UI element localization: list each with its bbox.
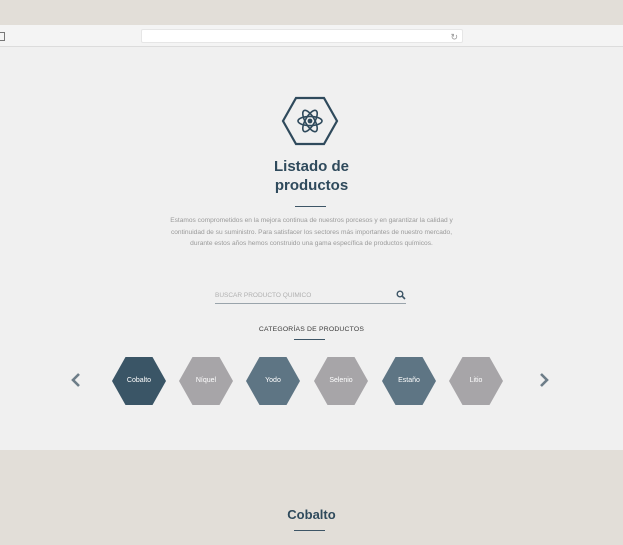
category-label: Litio: [469, 377, 483, 384]
category-niquel[interactable]: Níquel: [179, 357, 233, 405]
category-cobalto[interactable]: Cobalto: [112, 357, 166, 405]
search-icon[interactable]: [396, 290, 406, 300]
categories-heading: CATEGORÍAS DE PRODUCTOS: [258, 326, 365, 333]
browser-toolbar: ↻: [0, 25, 623, 47]
chevron-left-icon[interactable]: [70, 372, 82, 388]
category-label: Yodo: [265, 377, 281, 384]
reload-icon[interactable]: ↻: [450, 31, 458, 43]
categories-divider: [294, 339, 325, 340]
tab-icon[interactable]: [0, 32, 5, 41]
category-litio[interactable]: Litio: [449, 357, 503, 405]
category-label: Estaño: [398, 377, 420, 384]
page-title-line2: productos: [274, 177, 349, 194]
category-label: Selenio: [329, 377, 353, 384]
search-box: [215, 288, 406, 304]
intro-paragraph: Estamos comprometidos en la mejora conti…: [170, 217, 453, 247]
selected-category-divider: [294, 530, 325, 531]
category-selenio[interactable]: Selenio: [314, 357, 368, 405]
selected-category-title: Cobalto: [287, 507, 336, 522]
page-title: Listado de productos: [0, 157, 623, 195]
address-bar[interactable]: ↻: [141, 29, 463, 43]
category-estano[interactable]: Estaño: [382, 357, 436, 405]
title-divider: [295, 206, 326, 207]
category-label: Cobalto: [126, 377, 152, 384]
atom-hexagon-logo-icon: [281, 96, 339, 146]
category-yodo[interactable]: Yodo: [246, 357, 300, 405]
page-title-line1: Listado de: [273, 158, 349, 175]
category-label: Níquel: [195, 377, 217, 384]
search-input[interactable]: [215, 288, 390, 303]
hero-section: Listado de productos Estamos comprometid…: [0, 47, 623, 450]
chevron-right-icon[interactable]: [538, 372, 550, 388]
window-top-strip: [0, 0, 623, 25]
